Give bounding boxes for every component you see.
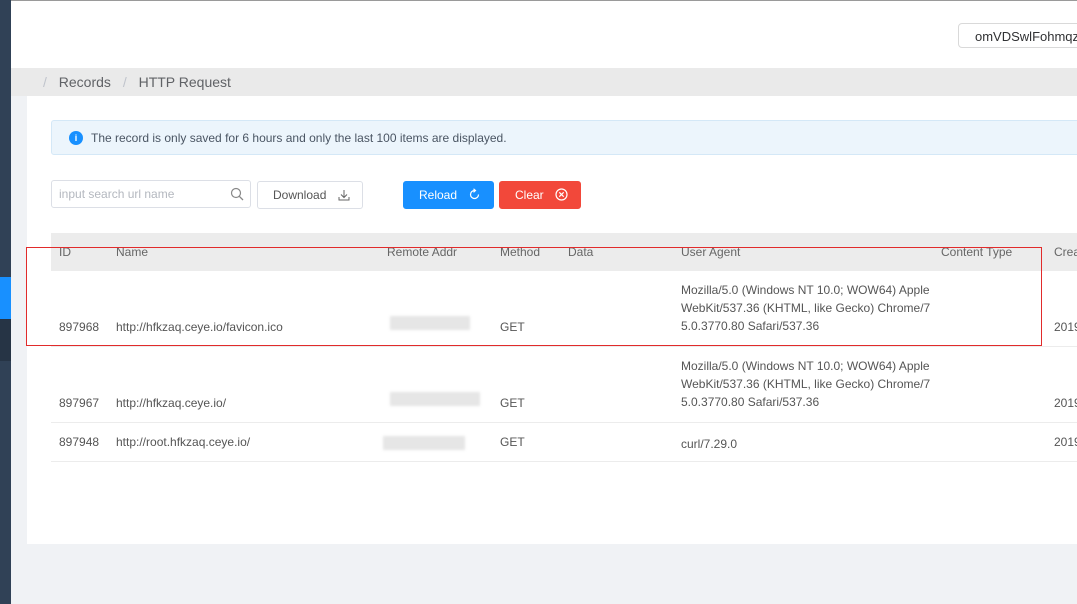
cell-id: 897948 [59,435,100,449]
breadcrumb-records[interactable]: Records [59,74,111,90]
cell-created: 2019 [1054,396,1077,410]
search-input[interactable] [59,186,219,202]
cell-name: http://hfkzaq.ceye.io/favicon.ico [116,320,283,334]
top-navbar: omVDSwlFohmqzk [11,0,1077,69]
records-card: i The record is only saved for 6 hours a… [27,96,1077,544]
breadcrumb-separator: / [122,74,127,90]
column-header-method[interactable]: Method [500,245,540,259]
breadcrumb-current: HTTP Request [138,74,231,90]
cell-method: GET [500,396,525,410]
cell-id: 897967 [59,396,100,410]
sidebar-rail [0,0,11,604]
cell-name: http://hfkzaq.ceye.io/ [116,396,227,410]
column-header-user-agent[interactable]: User Agent [681,245,740,259]
clear-label: Clear [515,188,544,202]
cell-id: 897968 [59,320,100,334]
search-icon[interactable] [230,187,244,201]
cell-created: 2019 [1054,320,1077,334]
column-header-remote-addr[interactable]: Remote Addr [387,245,457,259]
column-header-id[interactable]: ID [59,245,71,259]
column-header-created[interactable]: Crea [1054,245,1077,259]
redacted-remote-addr [383,436,465,450]
redacted-remote-addr [390,392,480,406]
refresh-icon [470,188,480,200]
download-label: Download [273,188,327,202]
table-row[interactable]: 897967 http://hfkzaq.ceye.io/ GET Mozill… [51,347,1077,423]
records-table: ID Name Remote Addr Method Data User Age… [51,233,1077,462]
user-dropdown[interactable]: omVDSwlFohmqzk [958,23,1077,48]
info-alert: i The record is only saved for 6 hours a… [51,120,1077,155]
redacted-remote-addr [390,316,470,330]
reload-button[interactable]: Reload [403,181,494,209]
table-header: ID Name Remote Addr Method Data User Age… [51,233,1077,271]
search-box [51,180,251,208]
cell-name: http://root.hfkzaq.ceye.io/ [116,435,251,449]
cell-user-agent: curl/7.29.0 [681,437,738,451]
sidebar-item[interactable] [0,319,11,361]
info-icon: i [69,131,83,145]
table-row[interactable]: 897968 http://hfkzaq.ceye.io/favicon.ico… [51,271,1077,347]
alert-message: The record is only saved for 6 hours and… [91,131,507,145]
reload-label: Reload [419,188,458,202]
breadcrumb-separator: / [43,74,47,90]
breadcrumb: / Records / HTTP Request [11,68,1077,96]
clear-button[interactable]: Clear [499,181,581,209]
column-header-name[interactable]: Name [116,245,148,259]
column-header-data[interactable]: Data [568,245,593,259]
sidebar-active-item[interactable] [0,277,11,319]
column-header-content-type[interactable]: Content Type [941,245,1012,259]
cell-created: 2019 [1054,435,1077,449]
cell-method: GET [500,320,525,334]
table-row[interactable]: 897948 http://root.hfkzaq.ceye.io/ GET c… [51,423,1077,462]
download-button[interactable]: Download [257,181,363,209]
close-circle-icon [555,188,568,201]
cell-method: GET [500,435,525,449]
cell-user-agent: Mozilla/5.0 (Windows NT 10.0; WOW64) App… [681,283,931,333]
cell-user-agent: Mozilla/5.0 (Windows NT 10.0; WOW64) App… [681,359,931,409]
download-icon [338,189,350,201]
